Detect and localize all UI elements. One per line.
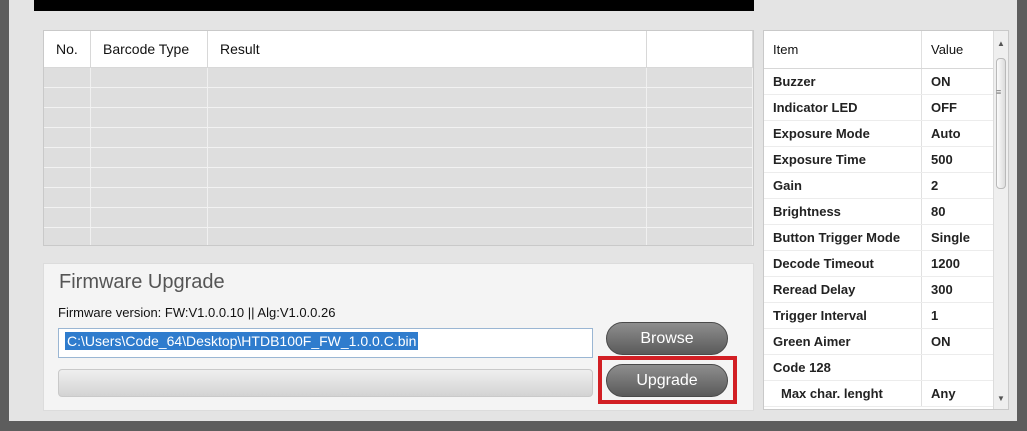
scroll-down-arrow-icon[interactable]: ▼ <box>994 389 1008 407</box>
settings-row[interactable]: Gain 2 <box>764 172 996 199</box>
app-window: No. Barcode Type Result Firmware Upgrade <box>9 0 1017 421</box>
setting-item: Decode Timeout <box>764 250 922 277</box>
upgrade-progress-bar <box>58 369 593 397</box>
setting-item: Brightness <box>764 198 922 225</box>
table-row[interactable] <box>44 147 753 168</box>
setting-value[interactable]: Auto <box>921 120 996 147</box>
firmware-version-label: Firmware version: FW:V1.0.0.10 || Alg:V1… <box>58 305 336 320</box>
settings-row[interactable]: Button Trigger Mode Single <box>764 224 996 251</box>
setting-item: Code 128 <box>764 354 922 381</box>
top-black-panel <box>34 0 754 11</box>
table-row[interactable] <box>44 187 753 208</box>
setting-item: Indicator LED <box>764 94 922 121</box>
setting-item: Buzzer <box>764 68 922 95</box>
setting-item: Button Trigger Mode <box>764 224 922 251</box>
setting-item: Gain <box>764 172 922 199</box>
column-header-barcode-type[interactable]: Barcode Type <box>90 31 208 68</box>
results-header-row: No. Barcode Type Result <box>44 31 753 68</box>
setting-item: Trigger Interval <box>764 302 922 329</box>
scroll-up-arrow-icon[interactable]: ▲ <box>994 34 1008 52</box>
table-row[interactable] <box>44 167 753 188</box>
table-row[interactable] <box>44 207 753 228</box>
settings-row[interactable]: Exposure Time 500 <box>764 146 996 173</box>
table-row[interactable] <box>44 127 753 148</box>
column-header-item[interactable]: Item <box>764 31 922 69</box>
upgrade-button[interactable]: Upgrade <box>606 364 728 397</box>
setting-item: Max char. lenght <box>764 380 922 407</box>
setting-value[interactable]: Any <box>921 380 996 407</box>
setting-item: Reread Delay <box>764 276 922 303</box>
settings-row[interactable]: Reread Delay 300 <box>764 276 996 303</box>
setting-item: Exposure Time <box>764 146 922 173</box>
setting-value[interactable]: 1200 <box>921 250 996 277</box>
setting-value[interactable] <box>921 354 996 381</box>
firmware-upgrade-panel: Firmware Upgrade Firmware version: FW:V1… <box>43 263 754 411</box>
settings-row[interactable]: Decode Timeout 1200 <box>764 250 996 277</box>
scrollbar-thumb[interactable] <box>996 58 1006 189</box>
setting-value[interactable]: 1 <box>921 302 996 329</box>
settings-row[interactable]: Brightness 80 <box>764 198 996 225</box>
column-header-value[interactable]: Value <box>921 31 996 69</box>
settings-row[interactable]: Trigger Interval 1 <box>764 302 996 329</box>
selected-path-text: C:\Users\Code_64\Desktop\HTDB100F_FW_1.0… <box>65 332 419 350</box>
table-row[interactable] <box>44 107 753 128</box>
settings-row[interactable]: Buzzer ON <box>764 68 996 95</box>
setting-value[interactable]: Single <box>921 224 996 251</box>
setting-value[interactable]: 300 <box>921 276 996 303</box>
setting-value[interactable]: 80 <box>921 198 996 225</box>
table-row[interactable] <box>44 87 753 108</box>
results-table: No. Barcode Type Result <box>43 30 754 246</box>
settings-row[interactable]: Max char. lenght Any <box>764 380 996 407</box>
settings-row[interactable]: Green Aimer ON <box>764 328 996 355</box>
setting-value[interactable]: OFF <box>921 94 996 121</box>
firmware-file-path-input[interactable]: C:\Users\Code_64\Desktop\HTDB100F_FW_1.0… <box>58 328 593 358</box>
browse-button[interactable]: Browse <box>606 322 728 355</box>
column-header-no[interactable]: No. <box>44 31 91 68</box>
table-row[interactable] <box>44 227 753 245</box>
settings-header-row: Item Value <box>764 31 996 69</box>
settings-table: Item Value Buzzer ON Indicator LED OFF Exp… <box>763 30 1009 410</box>
settings-row[interactable]: Code 128 <box>764 354 996 381</box>
setting-item: Exposure Mode <box>764 120 922 147</box>
table-row[interactable] <box>44 67 753 88</box>
setting-value[interactable]: ON <box>921 68 996 95</box>
setting-value[interactable]: 500 <box>921 146 996 173</box>
settings-scrollbar[interactable]: ▲ ≡ ▼ <box>993 31 1008 409</box>
setting-item: Green Aimer <box>764 328 922 355</box>
scrollbar-grip-icon: ≡ <box>996 87 1002 97</box>
setting-value[interactable]: ON <box>921 328 996 355</box>
setting-value[interactable]: 2 <box>921 172 996 199</box>
settings-row[interactable]: Exposure Mode Auto <box>764 120 996 147</box>
settings-row[interactable]: Indicator LED OFF <box>764 94 996 121</box>
firmware-upgrade-title: Firmware Upgrade <box>59 271 225 293</box>
column-header-result[interactable]: Result <box>207 31 647 68</box>
column-header-blank[interactable] <box>646 31 753 68</box>
